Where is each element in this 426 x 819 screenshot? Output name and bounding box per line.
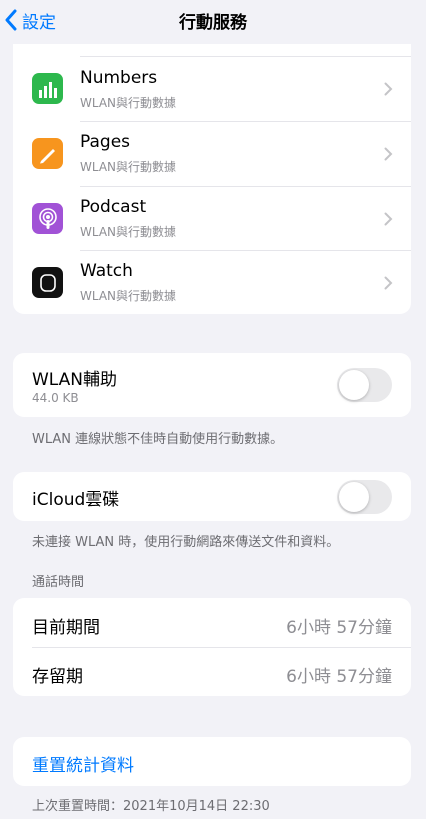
call-time-header: 通話時間 bbox=[32, 575, 85, 590]
wlan-assist-toggle[interactable] bbox=[337, 368, 392, 402]
numbers-icon bbox=[32, 73, 63, 104]
separator bbox=[32, 647, 411, 648]
wlan-assist-footnote: WLAN 連線狀態不佳時自動使用行動數據。 bbox=[32, 432, 284, 447]
icloud-drive-group: iCloud雲碟 bbox=[13, 472, 411, 521]
last-reset-text: 上次重置時間：2021年10月14日 22:30 bbox=[32, 799, 270, 814]
app-row-pages[interactable]: Pages WLAN與行動數據 bbox=[13, 122, 411, 186]
toggle-knob bbox=[339, 370, 369, 400]
lifetime-label: 存留期 bbox=[32, 667, 83, 687]
app-name: Podcast bbox=[80, 197, 147, 217]
app-subtitle: WLAN與行動數據 bbox=[80, 160, 177, 174]
app-name: Pages bbox=[80, 132, 131, 152]
icloud-drive-label: iCloud雲碟 bbox=[32, 490, 120, 510]
current-period-label: 目前期間 bbox=[32, 618, 100, 638]
page-title: 行動服務 bbox=[179, 13, 247, 33]
app-row-podcast[interactable]: Podcast WLAN與行動數據 bbox=[13, 187, 411, 251]
apps-list: Numbers WLAN與行動數據 Pages WLAN與行動數據 Podcas… bbox=[13, 44, 411, 314]
app-subtitle: WLAN與行動數據 bbox=[80, 225, 177, 239]
app-row-watch[interactable]: Watch WLAN與行動數據 bbox=[13, 251, 411, 314]
navigation-bar: 設定 行動服務 bbox=[0, 0, 426, 40]
wlan-assist-usage: 44.0 KB bbox=[32, 391, 79, 405]
app-name: Numbers bbox=[80, 68, 158, 88]
podcast-icon bbox=[32, 203, 63, 234]
current-period-value: 6小時 57分鐘 bbox=[286, 618, 392, 638]
watch-icon bbox=[32, 267, 63, 298]
chevron-right-icon bbox=[384, 212, 393, 226]
icloud-drive-footnote: 未連接 WLAN 時，使用行動網路來傳送文件和資料。 bbox=[32, 535, 340, 550]
call-time-group: 目前期間 6小時 57分鐘 存留期 6小時 57分鐘 bbox=[13, 598, 411, 696]
toggle-knob bbox=[339, 482, 369, 512]
app-row-numbers[interactable]: Numbers WLAN與行動數據 bbox=[13, 57, 411, 121]
reset-statistics-button[interactable]: 重置統計資料 bbox=[32, 751, 134, 776]
icloud-drive-toggle[interactable] bbox=[337, 480, 392, 514]
chevron-right-icon bbox=[384, 147, 393, 161]
reset-group: 重置統計資料 bbox=[13, 737, 411, 786]
app-subtitle: WLAN與行動數據 bbox=[80, 96, 177, 110]
chevron-right-icon bbox=[384, 82, 393, 96]
wlan-assist-label: WLAN輔助 bbox=[32, 370, 118, 390]
app-name: Watch bbox=[80, 261, 133, 281]
chevron-right-icon bbox=[384, 276, 393, 290]
pages-icon bbox=[32, 138, 63, 169]
lifetime-value: 6小時 57分鐘 bbox=[286, 667, 392, 687]
app-subtitle: WLAN與行動數據 bbox=[80, 289, 177, 303]
wlan-assist-group: WLAN輔助 44.0 KB bbox=[13, 353, 411, 417]
